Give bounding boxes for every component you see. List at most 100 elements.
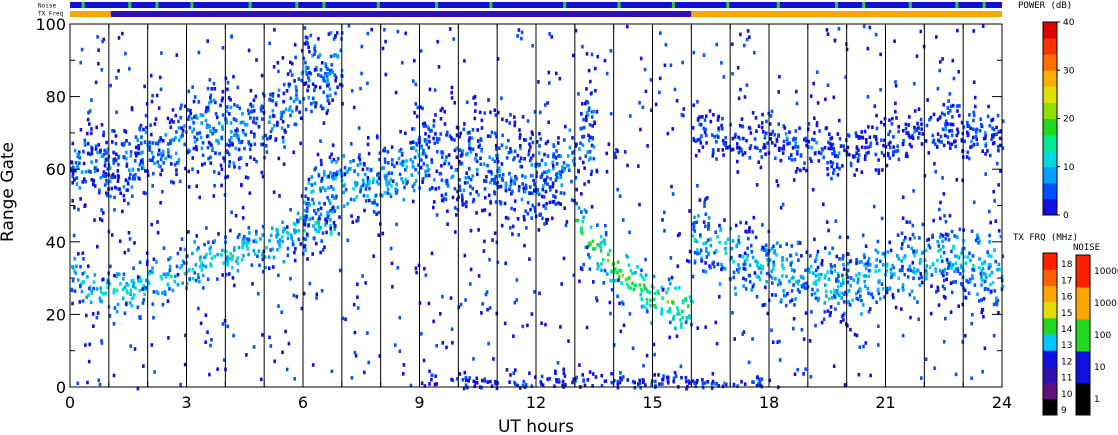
echo-cell <box>759 165 763 170</box>
echo-cell <box>582 117 585 122</box>
echo-cell <box>469 150 473 154</box>
echo-cell <box>148 272 151 276</box>
echo-cell <box>788 279 791 284</box>
echo-cell <box>967 291 971 295</box>
echo-cell <box>607 252 610 257</box>
echo-cell <box>258 263 261 268</box>
echo-cell <box>72 265 75 270</box>
echo-cell <box>782 144 786 148</box>
echo-cell <box>512 179 516 183</box>
echo-cell <box>888 156 892 160</box>
echo-cell <box>204 340 207 344</box>
echo-cell <box>244 241 248 245</box>
echo-cell <box>415 148 418 153</box>
echo-cell <box>328 71 332 76</box>
echo-cell <box>580 210 583 214</box>
echo-cell <box>555 71 558 76</box>
echo-cell <box>714 320 718 325</box>
echo-cell <box>261 333 264 337</box>
echo-cell <box>318 53 322 57</box>
echo-cell <box>84 169 88 174</box>
echo-cell <box>825 294 828 298</box>
echo-cell <box>196 170 200 174</box>
echo-cell <box>328 155 332 160</box>
echo-cell <box>888 287 891 291</box>
echo-cell <box>393 164 396 169</box>
echo-cell <box>666 131 670 136</box>
echo-cell <box>965 279 968 283</box>
echo-cell <box>256 291 260 296</box>
echo-cell <box>931 261 935 266</box>
echo-cell <box>247 111 251 116</box>
echo-cell <box>833 295 837 299</box>
echo-cell <box>115 309 119 314</box>
echo-cell <box>94 80 98 85</box>
echo-cell <box>804 136 807 141</box>
echo-cell <box>571 136 574 140</box>
echo-cell <box>319 74 323 78</box>
echo-cell <box>761 223 764 227</box>
echo-cell <box>307 181 311 186</box>
echo-cell <box>681 309 684 314</box>
echo-cell <box>344 187 348 192</box>
echo-cell <box>355 195 359 199</box>
echo-cell <box>792 283 795 287</box>
echo-cell <box>639 56 643 61</box>
echo-cell <box>460 161 464 166</box>
echo-cell <box>628 276 631 280</box>
echo-cell <box>599 241 603 245</box>
echo-cell <box>142 191 146 195</box>
echo-cell <box>770 293 774 297</box>
echo-cell <box>781 202 785 207</box>
echo-cell <box>877 168 881 172</box>
echo-cell <box>827 146 831 151</box>
echo-cell <box>675 334 679 338</box>
echo-cell <box>109 179 112 184</box>
echo-cell <box>872 204 876 209</box>
echo-cell <box>819 151 823 156</box>
echo-cell <box>197 100 201 104</box>
echo-cell <box>930 284 933 288</box>
echo-cell <box>715 42 718 47</box>
echo-cell <box>542 195 546 199</box>
echo-cell <box>600 268 603 273</box>
echo-cell <box>521 324 524 329</box>
echo-cell <box>370 167 373 172</box>
echo-cell <box>742 266 746 271</box>
echo-cell <box>696 326 699 330</box>
echo-cell <box>722 153 725 157</box>
echo-cell <box>972 29 976 33</box>
echo-cell <box>978 265 981 270</box>
echo-cell <box>983 272 986 276</box>
echo-cell <box>771 340 775 344</box>
echo-cell <box>808 270 812 274</box>
echo-cell <box>508 171 511 176</box>
echo-cell <box>751 230 754 234</box>
echo-cell <box>90 160 93 164</box>
echo-cell <box>649 78 653 82</box>
power-colorbar-tick-label: 20 <box>1063 115 1075 125</box>
echo-cell <box>578 156 582 161</box>
echo-cell <box>989 153 992 158</box>
echo-cell <box>86 141 90 146</box>
echo-cell <box>287 341 291 346</box>
echo-cell <box>600 262 603 266</box>
echo-cell <box>281 230 285 234</box>
echo-cell <box>694 153 698 158</box>
echo-cell <box>334 34 337 38</box>
echo-cell <box>245 162 249 167</box>
echo-cell <box>264 144 268 148</box>
echo-cell <box>823 145 827 150</box>
echo-cell <box>149 123 152 127</box>
echo-cell <box>292 99 296 104</box>
echo-cell <box>252 248 256 253</box>
echo-cell <box>132 293 136 297</box>
echo-cell <box>992 189 995 194</box>
echo-cell <box>361 183 365 188</box>
echo-cell <box>79 60 82 65</box>
echo-cell <box>354 354 358 358</box>
echo-cell <box>603 58 607 63</box>
echo-cell <box>472 357 475 361</box>
echo-cell <box>684 296 687 301</box>
echo-cell <box>469 184 472 189</box>
